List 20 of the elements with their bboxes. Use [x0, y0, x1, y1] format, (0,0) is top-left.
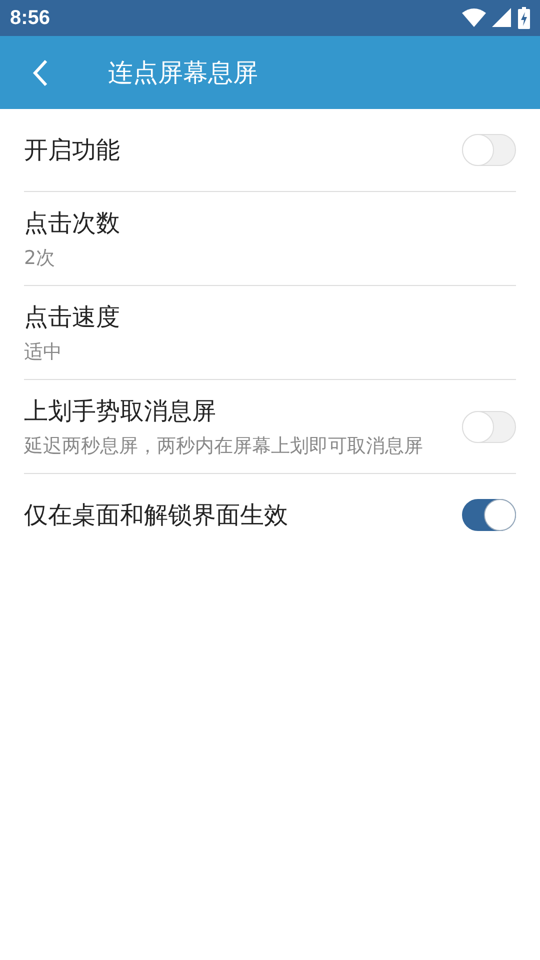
setting-title: 点击次数 [24, 208, 120, 238]
setting-value: 2次 [24, 246, 56, 270]
setting-row[interactable]: 仅在桌面和解锁界面生效 [24, 474, 516, 556]
setting-row[interactable]: 上划手势取消息屏 延迟两秒息屏，两秒内在屏幕上划即可取消息屏 [24, 380, 516, 474]
setting-value: 适中 [24, 340, 63, 364]
battery-icon [518, 7, 530, 29]
setting-title: 点击速度 [24, 302, 120, 332]
back-icon [32, 58, 48, 86]
signal-icon [492, 8, 512, 28]
setting-title: 上划手势取消息屏 [24, 396, 217, 426]
status-time: 8:56 [10, 6, 50, 30]
setting-description: 延迟两秒息屏，两秒内在屏幕上划即可取消息屏 [24, 434, 423, 458]
setting-row[interactable]: 点击次数 2次 [24, 192, 516, 286]
screen-title: 连点屏幕息屏 [108, 57, 258, 89]
setting-title: 仅在桌面和解锁界面生效 [24, 500, 288, 531]
setting-row[interactable]: 开启功能 [24, 109, 516, 192]
setting-title: 开启功能 [24, 135, 120, 166]
wifi-icon [462, 8, 486, 28]
toggle-switch[interactable] [462, 499, 516, 531]
setting-row[interactable]: 点击速度 适中 [24, 286, 516, 380]
